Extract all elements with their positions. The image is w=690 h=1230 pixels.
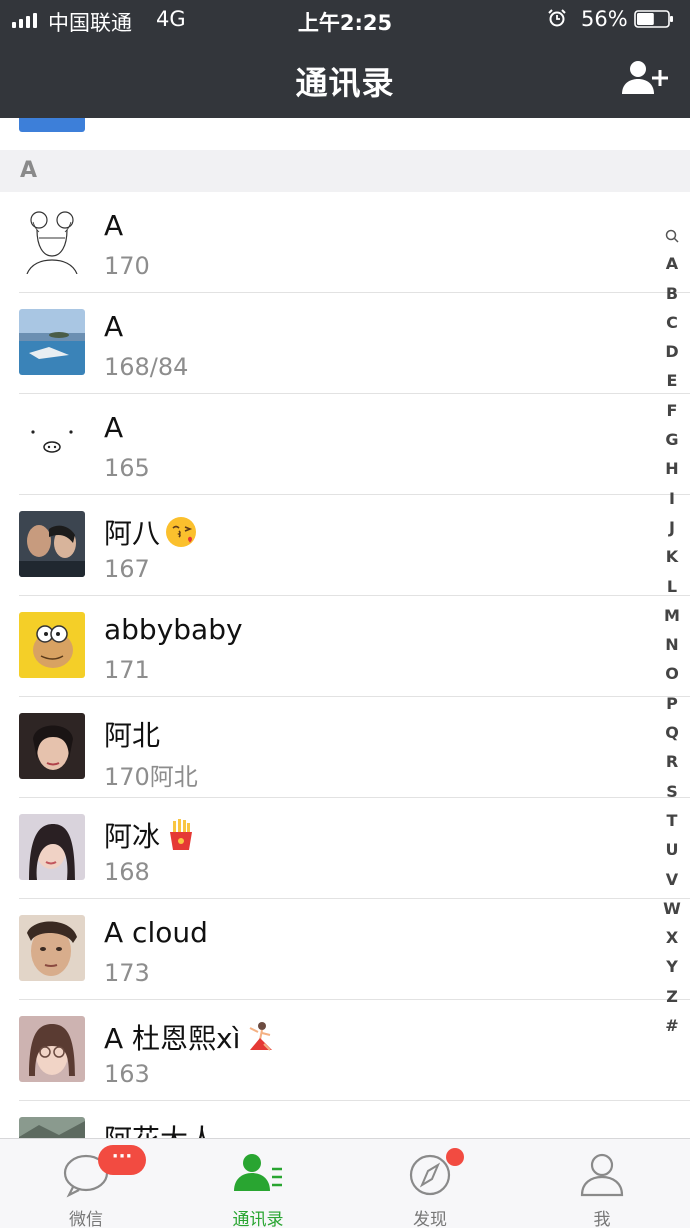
tab-bar: ··· 微信 通讯录 发现 我 — [0, 1138, 690, 1230]
add-contact-icon[interactable] — [620, 58, 672, 98]
contact-name: 阿北 — [104, 719, 161, 752]
tab-label: 通讯录 — [232, 1210, 284, 1230]
index-letter[interactable]: A — [658, 249, 686, 278]
contact-note: 170 — [104, 252, 150, 280]
battery-icon — [634, 10, 673, 28]
index-letter[interactable]: W — [658, 894, 686, 923]
contacts-icon — [234, 1154, 282, 1191]
contact-row[interactable]: A 杜恩熙xì 163 — [0, 1000, 690, 1101]
contact-name: 阿冰 — [104, 815, 198, 855]
index-letter[interactable]: Y — [658, 952, 686, 981]
tab-me[interactable]: 我 — [516, 1139, 688, 1230]
contact-note: 168/84 — [104, 353, 189, 381]
person-icon — [580, 1153, 624, 1197]
index-letter[interactable]: Z — [658, 982, 686, 1011]
contact-name: A — [104, 411, 124, 444]
contact-note: 170阿北 — [104, 763, 198, 791]
kiss-emoji-icon — [166, 517, 197, 547]
contact-row[interactable]: 阿北 170阿北 — [0, 697, 690, 798]
index-letter[interactable]: # — [658, 1011, 686, 1040]
contact-name: A — [104, 209, 124, 242]
battery-percent: 56% — [581, 7, 628, 31]
tab-chats[interactable]: ··· 微信 — [0, 1139, 172, 1230]
index-letter[interactable]: M — [658, 601, 686, 630]
contact-name: A 杜恩熙xì — [104, 1017, 278, 1057]
contact-row[interactable]: A cloud 173 — [0, 899, 690, 1000]
fries-emoji-icon — [170, 819, 193, 850]
contact-name: 阿八 — [104, 512, 198, 552]
index-letter[interactable]: I — [658, 484, 686, 513]
avatar — [19, 915, 85, 981]
index-letter[interactable]: L — [658, 572, 686, 601]
nav-bar: 通讯录 — [0, 40, 690, 118]
avatar — [19, 309, 85, 375]
blue-avatar-stub — [19, 118, 85, 132]
index-letter[interactable]: E — [658, 366, 686, 395]
index-letter[interactable]: T — [658, 806, 686, 835]
status-bar: 中国联通 4G 上午2:25 56% — [0, 0, 690, 40]
avatar — [19, 1016, 85, 1082]
new-dot-badge — [446, 1148, 464, 1166]
contact-row[interactable]: 阿八 167 — [0, 495, 690, 596]
contact-row[interactable]: abbybaby 171 — [0, 596, 690, 697]
index-letter[interactable]: H — [658, 454, 686, 483]
index-letter[interactable]: X — [658, 923, 686, 952]
tab-discover[interactable]: 发现 — [344, 1139, 516, 1230]
index-letter[interactable]: J — [658, 513, 686, 542]
contact-note: 173 — [104, 959, 150, 987]
contact-note: 163 — [104, 1060, 150, 1088]
contact-name: A — [104, 310, 124, 343]
contact-row[interactable]: 阿冰 168 — [0, 798, 690, 899]
top-bar: 中国联通 4G 上午2:25 56% 通讯录 — [0, 0, 690, 118]
index-letter[interactable]: F — [658, 396, 686, 425]
tab-label: 微信 — [69, 1210, 103, 1230]
scrolled-item-stub — [0, 118, 690, 150]
avatar — [19, 410, 85, 476]
index-letter[interactable]: U — [658, 835, 686, 864]
index-search-icon[interactable] — [658, 220, 686, 249]
section-header: A — [0, 150, 690, 192]
alarm-icon — [548, 9, 566, 27]
contact-row[interactable]: A 170 — [0, 192, 690, 293]
tab-label: 我 — [593, 1210, 611, 1230]
contact-row[interactable]: A 168/84 — [0, 293, 690, 394]
index-letter[interactable]: O — [658, 659, 686, 688]
index-letter[interactable]: B — [658, 279, 686, 308]
contact-note: 167 — [104, 555, 150, 583]
avatar — [19, 814, 85, 880]
index-letter[interactable]: V — [658, 865, 686, 894]
index-letter[interactable]: C — [658, 308, 686, 337]
tab-label: 发现 — [413, 1210, 447, 1230]
tab-contacts[interactable]: 通讯录 — [172, 1139, 344, 1230]
contact-note: 168 — [104, 858, 150, 886]
contact-name: A cloud — [104, 916, 208, 949]
avatar — [19, 713, 85, 779]
unread-badge: ··· — [98, 1145, 146, 1175]
contact-name: abbybaby — [104, 613, 243, 646]
avatar — [19, 612, 85, 678]
section-letter: A — [20, 158, 38, 183]
index-letter[interactable]: Q — [658, 718, 686, 747]
index-letter[interactable]: D — [658, 337, 686, 366]
contact-note: 171 — [104, 656, 150, 684]
index-letter[interactable]: G — [658, 425, 686, 454]
page-title: 通讯录 — [295, 64, 395, 102]
contact-row[interactable]: A 165 — [0, 394, 690, 495]
index-letter[interactable]: N — [658, 630, 686, 659]
index-letter[interactable]: P — [658, 689, 686, 718]
alphabet-index[interactable]: A B C D E F G H I J K L M N O P Q R S T U V W X Y Z # — [658, 220, 686, 1040]
contact-note: 165 — [104, 454, 150, 482]
index-letter[interactable]: S — [658, 777, 686, 806]
avatar — [19, 208, 85, 274]
index-letter[interactable]: K — [658, 542, 686, 571]
index-letter[interactable]: R — [658, 747, 686, 776]
avatar — [19, 511, 85, 577]
dancer-emoji-icon — [249, 1022, 273, 1051]
